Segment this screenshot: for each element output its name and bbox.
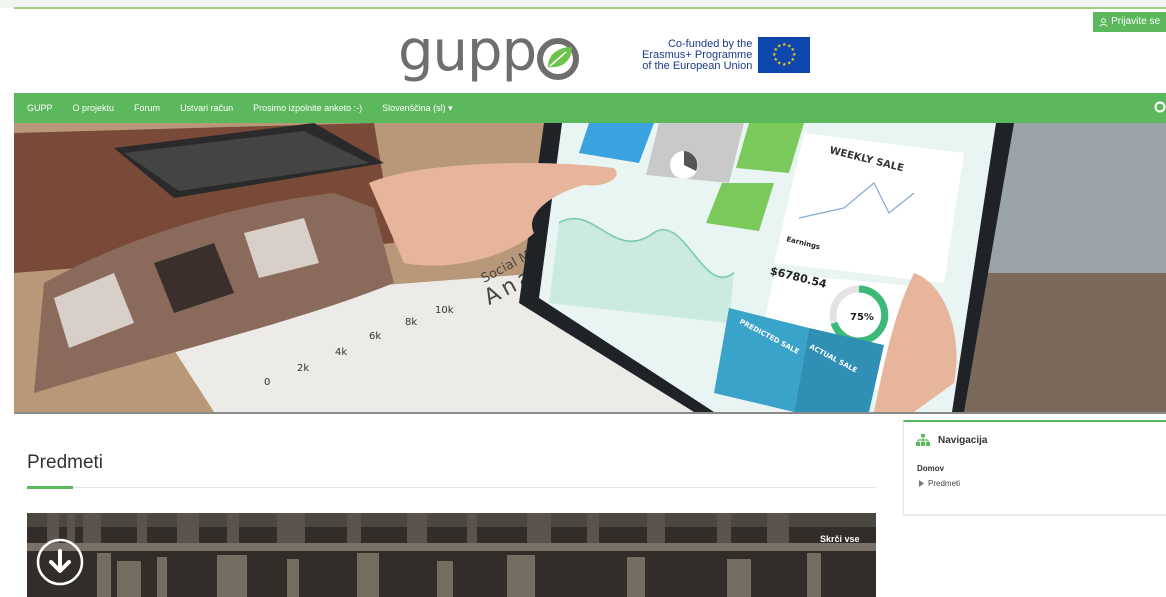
paper-tick-4: 8k [405, 317, 417, 328]
caret-right-icon [919, 480, 924, 487]
erasmus-line-2: Erasmus+ Programme [642, 48, 753, 61]
nav-home-link[interactable]: Domov [917, 464, 944, 473]
erasmus-line-1: Co-funded by the [667, 37, 753, 50]
nav-item-create-account[interactable]: Ustvari račun [180, 103, 233, 113]
title-accent [27, 486, 73, 489]
paper-tick-5: 10k [435, 305, 454, 316]
paper-tick-2: 4k [335, 347, 347, 358]
eu-flag-icon: ★ ★ ★ ★ ★ ★ ★ ★ ★ ★ ★ ★ [758, 37, 811, 73]
language-menu[interactable]: Slovenščina (sl) ▾ [382, 103, 453, 114]
nav-item-forum[interactable]: Forum [134, 103, 160, 113]
logo-text: gupp [398, 19, 537, 84]
svg-text:★: ★ [777, 44, 782, 50]
leaf-icon [537, 38, 579, 80]
paper-tick-3: 6k [369, 331, 381, 342]
sitemap-icon [916, 434, 930, 446]
hero-banner: Social Media Analysis 0 2k 4k 6k 8k 10k … [14, 123, 1166, 412]
nav-courses-label: Predmeti [928, 479, 961, 488]
title-divider [27, 487, 876, 488]
nav-item-gupp[interactable]: GUPP [27, 103, 53, 113]
hide-all-label: Skrči vse [820, 534, 860, 544]
paper-tick-1: 2k [297, 363, 309, 374]
bookshelf-image [27, 513, 876, 597]
login-button[interactable]: Prijavite se [1093, 12, 1166, 32]
erasmus-line-3: of the European Union [642, 59, 753, 72]
main-navbar: GUPP O projektu Forum Ustvari račun Pros… [14, 93, 1166, 123]
navigation-title: Navigacija [938, 434, 988, 446]
erasmus-text: Co-funded by the Erasmus+ Programme of t… [642, 37, 753, 72]
svg-text:★: ★ [787, 61, 792, 67]
user-icon [1099, 17, 1108, 27]
nav-item-survey[interactable]: Prosimo izpolnite anketo :-) [253, 103, 362, 113]
erasmus-badge: Co-funded by the Erasmus+ Programme of t… [642, 37, 811, 73]
nav-item-about[interactable]: O projektu [73, 103, 115, 113]
nav-courses-link[interactable]: Predmeti [919, 479, 960, 488]
hero-illustration: Social Media Analysis 0 2k 4k 6k 8k 10k … [14, 123, 1166, 412]
gupp-logo[interactable]: gupp [398, 19, 588, 87]
paper-tick-0: 0 [264, 377, 270, 388]
login-label: Prijavite se [1111, 16, 1160, 27]
svg-text:★: ★ [782, 62, 787, 68]
site-header: gupp Co-funded by the Erasmus+ Programme… [14, 9, 1166, 93]
percent-label: 75% [850, 312, 874, 323]
collapse-arrow-button[interactable] [36, 538, 84, 586]
page-title: Predmeti [27, 452, 104, 473]
search-icon[interactable] [1152, 101, 1166, 115]
course-banner [27, 513, 876, 597]
hero-divider [14, 412, 1166, 414]
navigation-header: Navigacija [916, 434, 987, 446]
navigation-block: Navigacija Domov Predmeti [903, 420, 1166, 515]
hide-all-link[interactable]: Skrči vse [820, 534, 860, 544]
